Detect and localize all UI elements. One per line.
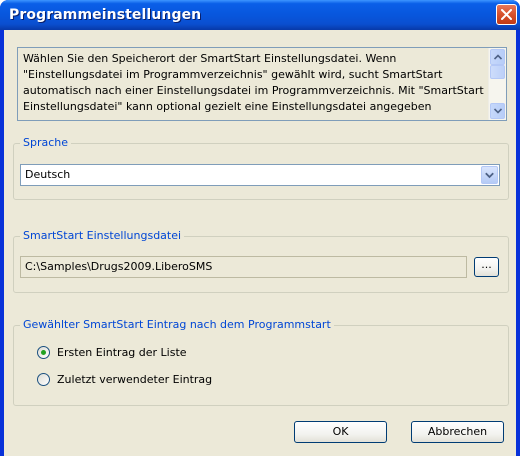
language-group-legend: Sprache bbox=[20, 136, 72, 150]
radio-first-entry-label[interactable]: Ersten Eintrag der Liste bbox=[57, 345, 187, 361]
language-select[interactable]: Deutsch bbox=[20, 164, 500, 186]
info-text: Wählen Sie den Speicherort der SmartStar… bbox=[23, 52, 484, 113]
browse-button[interactable]: ... bbox=[474, 257, 499, 277]
title-bar[interactable]: Programmeinstellungen bbox=[0, 0, 520, 30]
chevron-down-icon bbox=[494, 108, 502, 114]
startup-entry-group-legend: Gewählter SmartStart Eintrag nach dem Pr… bbox=[20, 318, 334, 332]
info-scrollbar[interactable] bbox=[488, 48, 506, 120]
ok-button[interactable]: OK bbox=[294, 421, 387, 443]
language-select-value: Deutsch bbox=[25, 168, 71, 181]
close-icon bbox=[501, 9, 512, 20]
cancel-button-label: Abbrechen bbox=[427, 425, 488, 438]
settings-file-path: C:\Samples\Drugs2009.LiberoSMS bbox=[25, 260, 213, 273]
cancel-button[interactable]: Abbrechen bbox=[411, 421, 504, 443]
info-textbox[interactable]: Wählen Sie den Speicherort der SmartStar… bbox=[17, 47, 507, 121]
startup-entry-group: Gewählter SmartStart Eintrag nach dem Pr… bbox=[13, 318, 509, 406]
close-button[interactable] bbox=[496, 4, 517, 25]
radio-button-selected[interactable] bbox=[37, 346, 50, 359]
radio-last-used-entry-label[interactable]: Zuletzt verwendeter Eintrag bbox=[57, 372, 212, 388]
language-dropdown-button[interactable] bbox=[481, 166, 498, 184]
chevron-up-icon bbox=[494, 54, 502, 60]
settings-file-group-legend: SmartStart Einstellungsdatei bbox=[20, 229, 185, 243]
radio-button[interactable] bbox=[37, 373, 50, 386]
browse-button-label: ... bbox=[481, 258, 492, 271]
scroll-thumb[interactable] bbox=[490, 65, 505, 79]
settings-file-path-field[interactable]: C:\Samples\Drugs2009.LiberoSMS bbox=[20, 256, 467, 278]
chevron-down-icon bbox=[485, 172, 494, 179]
dialog-client-area: Wählen Sie den Speicherort der SmartStar… bbox=[4, 30, 516, 456]
ok-button-label: OK bbox=[332, 425, 349, 438]
scroll-down-button[interactable] bbox=[490, 103, 505, 119]
scroll-up-button[interactable] bbox=[490, 49, 505, 65]
window-title: Programmeinstellungen bbox=[9, 7, 202, 23]
radio-selected-dot bbox=[41, 350, 46, 355]
dialog-window: Programmeinstellungen Wählen Sie den Spe… bbox=[0, 0, 520, 456]
